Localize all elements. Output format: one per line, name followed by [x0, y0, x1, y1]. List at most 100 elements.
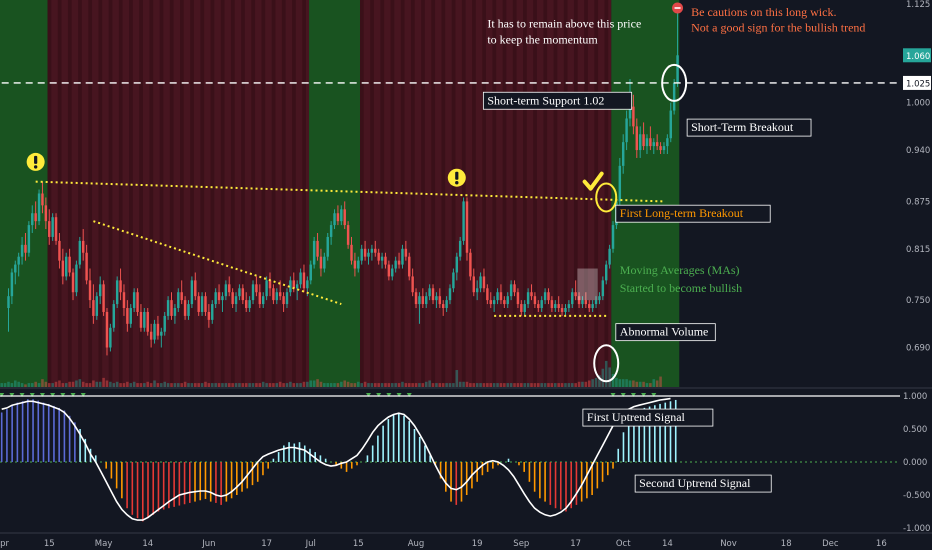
candle-body	[92, 300, 95, 316]
regime-stripe	[482, 0, 486, 387]
candle-body	[666, 138, 669, 147]
exclamation-icon	[26, 152, 45, 171]
volume-bar	[136, 383, 139, 387]
osc-annotation-text: First Uptrend Signal	[587, 410, 686, 424]
volume-bar	[486, 383, 489, 387]
regime-stripe	[543, 0, 548, 387]
candle-body	[509, 284, 513, 297]
volume-bar	[346, 381, 350, 387]
volume-bar	[560, 383, 564, 387]
candle	[102, 280, 105, 316]
volume-bar	[129, 383, 133, 387]
candle-body	[659, 146, 662, 151]
candle-body	[638, 134, 642, 151]
volume-bar	[431, 383, 435, 387]
annotation-text: Not a good sign for the bullish trend	[691, 21, 865, 35]
candle-body	[676, 55, 679, 83]
volume-bar	[251, 383, 255, 387]
volume-bar	[27, 383, 31, 387]
volume-bar	[441, 383, 445, 387]
time-tick-label: Oct	[616, 539, 631, 549]
volume-bar	[370, 383, 374, 387]
volume-bar	[591, 379, 594, 387]
volume-bar	[503, 383, 506, 387]
candle-body	[591, 304, 594, 309]
volume-bar	[445, 383, 448, 387]
exclamation-icon-dot	[33, 165, 38, 169]
volume-bar	[272, 383, 275, 387]
time-tick-label: Jun	[201, 539, 215, 549]
volume-bar	[64, 383, 68, 387]
regime-stripe	[553, 0, 558, 387]
volume-bar	[659, 376, 662, 387]
regime-stripe	[220, 0, 225, 387]
regime-stripe	[502, 0, 507, 387]
candle-body	[655, 142, 659, 147]
volume-bar	[160, 383, 163, 387]
volume-bar	[537, 383, 540, 387]
candle	[51, 213, 54, 241]
candle-body	[285, 292, 289, 305]
volume-bar	[289, 381, 292, 387]
candle-body	[265, 280, 268, 297]
volume-bar	[207, 383, 211, 387]
candle-body	[31, 213, 34, 226]
volume-bar	[570, 383, 574, 387]
annotation-text: It has to remain above this price	[487, 17, 641, 31]
regime-stripe	[271, 0, 276, 387]
volume-bar	[635, 381, 639, 387]
volume-bar	[625, 379, 628, 387]
candle-body	[17, 256, 20, 265]
candle	[95, 292, 99, 320]
candle-body	[431, 288, 435, 301]
candle-body	[618, 165, 622, 202]
volume-bar	[115, 381, 119, 387]
candle-body	[221, 296, 224, 301]
candle-body	[401, 248, 404, 265]
candle-body	[119, 280, 122, 293]
candle-body	[238, 288, 241, 297]
candle-body	[24, 244, 27, 253]
volume-bar	[530, 383, 533, 387]
volume-bar	[638, 381, 642, 387]
candle-body	[88, 280, 92, 301]
candle-body	[153, 323, 156, 340]
volume-bar	[377, 383, 380, 387]
regime-stripe	[88, 0, 93, 387]
candle-body	[170, 300, 173, 316]
candle-body	[557, 304, 560, 309]
volume-bar	[435, 383, 438, 387]
candle-body	[160, 331, 163, 336]
volume-bar	[482, 383, 486, 387]
candle-body	[601, 280, 605, 297]
regime-stripe	[533, 0, 537, 387]
candle-body	[367, 252, 370, 257]
volume-bar	[618, 379, 622, 387]
regime-stripe	[512, 0, 517, 387]
volume-bar	[132, 381, 136, 387]
volume-bar	[380, 383, 384, 387]
volume-bar	[448, 383, 452, 387]
volume-bar	[526, 383, 530, 387]
time-tick-label: 17	[261, 539, 272, 549]
volume-bar	[581, 381, 584, 387]
volume-bar	[98, 381, 102, 387]
volume-bar	[78, 379, 82, 387]
volume-bar	[601, 368, 605, 387]
regime-stripe	[251, 0, 256, 387]
volume-bar	[557, 383, 560, 387]
volume-bar	[193, 383, 197, 387]
regime-stripe	[67, 0, 72, 387]
candle-body	[71, 272, 75, 293]
candle	[54, 213, 58, 245]
candle-body	[306, 280, 309, 289]
volume-bar	[509, 383, 513, 387]
candle-body	[513, 284, 516, 293]
price-tick-label: 0.750	[906, 296, 930, 306]
volume-bar	[109, 381, 112, 387]
candle-body	[391, 268, 394, 277]
candle-body	[149, 331, 153, 340]
candle-body	[554, 304, 557, 309]
regime-stripe	[451, 0, 456, 387]
candle-body	[51, 217, 54, 237]
